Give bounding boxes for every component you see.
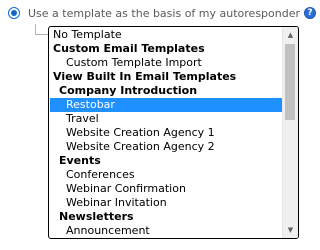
list-option[interactable]: Custom Template Import (50, 56, 283, 70)
template-options-list[interactable]: No Template Custom Email Templates Custom … (50, 28, 283, 238)
list-option[interactable]: Announcement (50, 224, 283, 238)
list-option[interactable]: Website Creation Agency 1 (50, 126, 283, 140)
chevron-down-icon[interactable]: ▼ (283, 222, 298, 238)
option-group-label: Custom Email Templates (53, 42, 205, 55)
list-option[interactable]: Website Creation Agency 2 (50, 140, 283, 154)
template-radio-row[interactable]: Use a template as the basis of my autore… (8, 3, 317, 23)
template-radio-label[interactable]: Use a template as the basis of my autore… (28, 7, 300, 20)
chevron-up-icon[interactable]: ▲ (283, 27, 298, 43)
list-option[interactable]: Conferences (50, 168, 283, 182)
list-option[interactable]: No Template (50, 28, 283, 42)
option-group-label: View Built In Email Templates (53, 70, 237, 83)
option-group-label: Newsletters (59, 210, 134, 223)
option-group-label: Events (59, 154, 101, 167)
list-option[interactable]: Webinar Invitation (50, 196, 283, 210)
template-radio-button[interactable] (8, 7, 20, 19)
radio-selected-dot (11, 10, 17, 16)
list-option[interactable]: Travel (50, 112, 283, 126)
listbox-scrollbar[interactable]: ▲ ▼ (282, 27, 298, 238)
option-group-label: Company Introduction (59, 84, 198, 97)
tree-connector (35, 24, 49, 35)
list-option[interactable]: Restobar (50, 98, 283, 112)
list-option[interactable]: Webinar Confirmation (50, 182, 283, 196)
template-listbox[interactable]: No Template Custom Email Templates Custom … (48, 26, 299, 239)
help-icon[interactable]: ? (304, 7, 317, 19)
scrollbar-thumb[interactable] (285, 44, 295, 120)
